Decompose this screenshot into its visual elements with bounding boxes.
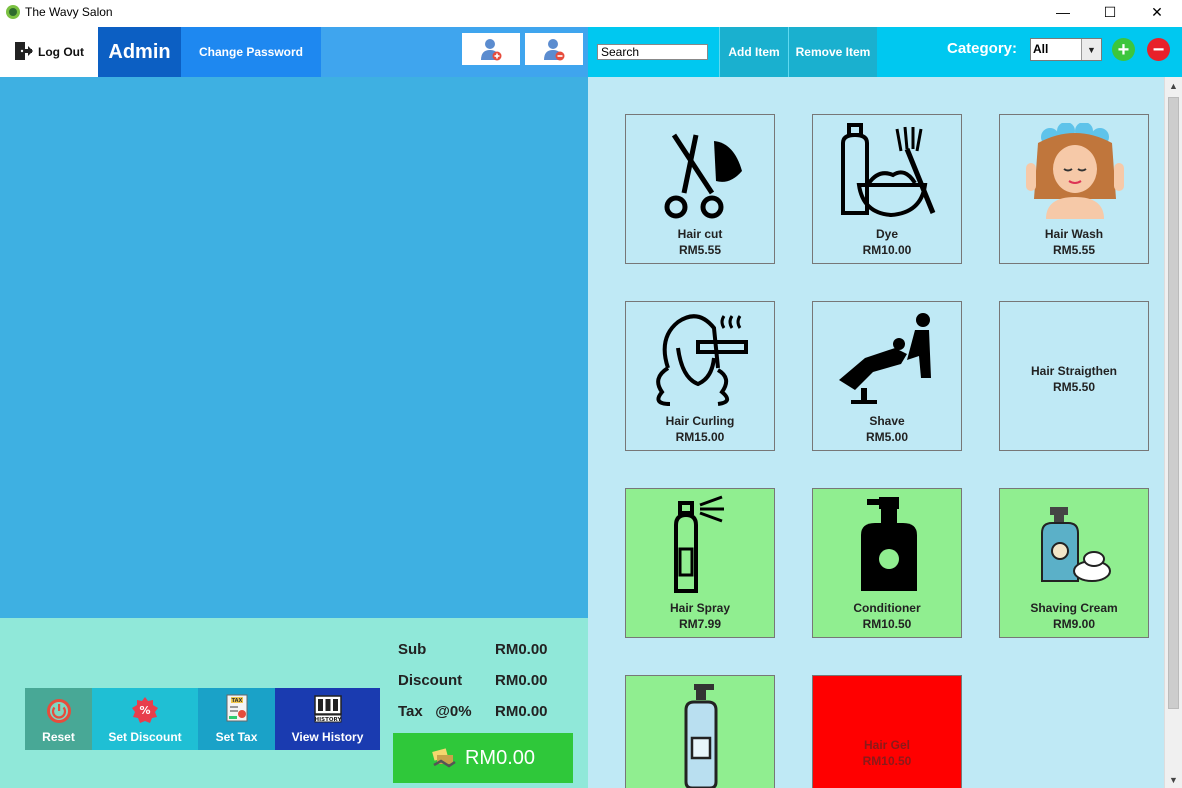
tax-label: Tax @0% (398, 703, 472, 720)
scroll-up-icon[interactable]: ▲ (1165, 77, 1182, 94)
item-card-hair-wash[interactable]: Hair Wash RM5.55 (999, 114, 1149, 264)
cash-icon (432, 748, 456, 768)
scissors-icon (664, 133, 742, 219)
hair-spray-icon (674, 495, 724, 593)
set-tax-label: Set Tax (215, 730, 258, 744)
item-price: RM10.00 (862, 243, 912, 257)
reset-label: Reset (42, 730, 75, 744)
category-label: Category: (947, 40, 1018, 57)
svg-text:%: % (139, 704, 150, 717)
top-toolbar: Log Out Admin Change Password Search Add… (0, 27, 1182, 77)
conditioner-icon (861, 497, 917, 591)
maximize-button[interactable]: ☐ (1087, 0, 1133, 24)
item-price: RM5.50 (1052, 380, 1096, 394)
item-grid: Hair cut RM5.55 Dye RM10.00 Hair Wash RM… (588, 77, 1164, 788)
item-price: RM10.50 (862, 617, 912, 631)
item-name: Dye (875, 227, 898, 241)
reset-button[interactable]: Reset (25, 688, 92, 750)
add-item-button[interactable]: Add Item (719, 27, 788, 77)
hair-wash-icon (1026, 123, 1124, 219)
item-card-shave[interactable]: Shave RM5.00 (812, 301, 962, 451)
cart-list[interactable] (0, 77, 588, 618)
item-card-dye[interactable]: Dye RM10.00 (812, 114, 962, 264)
scroll-down-icon[interactable]: ▼ (1165, 771, 1182, 788)
window-title: The Wavy Salon (25, 5, 113, 19)
item-name: Hair Curling (665, 414, 735, 428)
item-price: RM15.00 (675, 430, 725, 444)
change-password-button[interactable]: Change Password (181, 27, 321, 77)
lotion-bottle-icon (684, 684, 718, 788)
item-name: Hair Spray (669, 601, 731, 615)
discount-label: Discount (398, 672, 463, 689)
app-icon (6, 5, 20, 19)
remove-item-button[interactable]: Remove Item (788, 27, 877, 77)
item-price: RM5.55 (678, 243, 722, 257)
view-history-button[interactable]: HISTORY View History (275, 688, 380, 750)
remove-user-icon (544, 39, 565, 61)
history-icon: HISTORY (313, 695, 342, 723)
remove-category-button[interactable]: − (1147, 38, 1170, 61)
item-card-hair-cut[interactable]: Hair cut RM5.55 (625, 114, 775, 264)
hair-curling-icon (656, 314, 748, 406)
logout-icon (12, 40, 34, 65)
scrollbar-thumb[interactable] (1168, 97, 1179, 709)
user-actions-panel (321, 27, 588, 77)
close-button[interactable]: ✕ (1134, 0, 1180, 24)
search-input[interactable]: Search (597, 44, 708, 60)
item-card-shaving-cream[interactable]: Shaving Cream RM9.00 (999, 488, 1149, 638)
pay-button[interactable]: RM0.00 (393, 733, 573, 783)
item-name: Hair Straigthen (1030, 364, 1117, 378)
svg-text:HISTORY: HISTORY (314, 717, 342, 723)
category-select[interactable]: All ▼ (1030, 38, 1102, 61)
title-bar: The Wavy Salon — ☐ ✕ (0, 0, 1182, 27)
item-card-conditioner[interactable]: Conditioner RM10.50 (812, 488, 962, 638)
add-user-icon (481, 39, 502, 61)
shave-icon (839, 313, 931, 404)
item-price: RM10.50 (862, 754, 912, 768)
logout-label: Log Out (38, 45, 84, 59)
svg-text:TAX: TAX (231, 698, 242, 704)
set-discount-button[interactable]: % Set Discount (92, 688, 198, 750)
view-history-label: View History (291, 730, 364, 744)
item-name: Hair Wash (1044, 227, 1104, 241)
item-card-hair-gel[interactable]: Hair Gel RM10.50 (812, 675, 962, 788)
add-user-button[interactable] (462, 33, 520, 65)
logout-button[interactable]: Log Out (0, 27, 98, 77)
add-category-button[interactable]: + (1112, 38, 1135, 61)
set-tax-button[interactable]: TAX Set Tax (198, 688, 275, 750)
item-price: RM7.99 (678, 617, 722, 631)
item-price: RM5.00 (865, 430, 909, 444)
item-name: Hair cut (677, 227, 723, 241)
item-grid-scrollbar[interactable]: ▲ ▼ (1164, 77, 1182, 788)
item-card-hair-spray[interactable]: Hair Spray RM7.99 (625, 488, 775, 638)
item-price: RM9.00 (1052, 617, 1096, 631)
tax-value: RM0.00 (495, 703, 548, 720)
total-amount: RM0.00 (464, 746, 536, 769)
minimize-button[interactable]: — (1040, 0, 1086, 24)
subtotal-value: RM0.00 (495, 641, 548, 658)
item-name: Shaving Cream (1030, 601, 1118, 615)
item-name: Hair Gel (863, 738, 911, 752)
subtotal-label: Sub (398, 641, 427, 658)
item-price: RM5.55 (1052, 243, 1096, 257)
item-card-hair-straighten[interactable]: Hair Straigthen RM5.50 (999, 301, 1149, 451)
power-icon (46, 699, 71, 723)
discount-value: RM0.00 (495, 672, 548, 689)
tax-icon: TAX (226, 694, 247, 722)
item-name: Shave (869, 414, 905, 428)
chevron-down-icon[interactable]: ▼ (1081, 39, 1101, 60)
dye-icon (841, 123, 936, 218)
item-name: Conditioner (853, 601, 921, 615)
remove-user-button[interactable] (525, 33, 583, 65)
item-card-hair-curling[interactable]: Hair Curling RM15.00 (625, 301, 775, 451)
item-card-lotion[interactable] (625, 675, 775, 788)
shaving-cream-icon (1041, 507, 1111, 582)
discount-icon: % (132, 697, 158, 723)
checkout-panel: Reset % Set Discount TAX Set Tax HISTORY (0, 618, 588, 788)
user-role-label: Admin (98, 27, 181, 77)
category-selected-value: All (1033, 42, 1049, 56)
set-discount-label: Set Discount (108, 730, 182, 744)
